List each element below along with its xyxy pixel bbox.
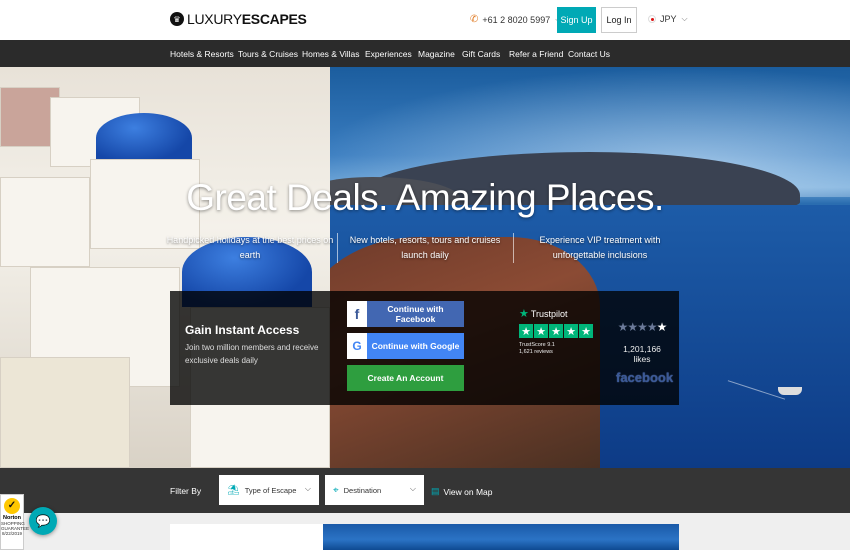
star-icon: ★ [549, 324, 563, 338]
feature-line: launch daily [401, 250, 449, 260]
view-on-map-link[interactable]: ▤ View on Map [431, 486, 493, 497]
sign-up-button[interactable]: Sign Up [557, 7, 596, 33]
nav-item-magazine[interactable]: Magazine [418, 49, 455, 59]
trustpilot-star-icon: ★ [519, 308, 529, 320]
facebook-likes-widget[interactable]: ★★★★★ 1,201,166 likes facebook [616, 320, 674, 385]
hero-title: Great Deals. Amazing Places. [186, 177, 664, 218]
chevron-down-icon: ⌵ [409, 484, 416, 493]
create-account-button[interactable]: Create An Account [347, 365, 464, 391]
feature-line: New hotels, resorts, tours and cruises [349, 235, 501, 245]
phone-number: +61 2 8020 5997 [482, 14, 551, 25]
facebook-logo: facebook [616, 370, 674, 385]
logo-mark-icon: ♛ [170, 12, 184, 26]
phone-dropdown[interactable]: ✆ +61 2 8020 5997 ⌵ [470, 14, 561, 25]
destination-select[interactable]: ⌖ Destination ⌵ [325, 475, 424, 505]
continue-with-google-button[interactable]: G Continue with Google [347, 333, 464, 359]
star-icon: ★ [564, 324, 578, 338]
hero-section: Great Deals. Amazing Places. Handpicked … [0, 67, 850, 468]
main-nav: Hotels & Resorts Tours & Cruises Homes &… [0, 40, 850, 67]
feature-divider [337, 233, 338, 263]
facebook-likes-count: 1,201,166 likes [623, 344, 661, 364]
star-icon: ★ [519, 324, 533, 338]
hero-boat [778, 387, 802, 395]
norton-check-icon: ✓ [4, 498, 20, 514]
location-pin-icon: ⌖ [333, 484, 339, 496]
feature-divider [513, 233, 514, 263]
nav-item-contact-us[interactable]: Contact Us [568, 49, 610, 59]
nav-item-tours-cruises[interactable]: Tours & Cruises [238, 49, 298, 59]
japan-flag-icon [648, 15, 656, 23]
nav-item-hotels-resorts[interactable]: Hotels & Resorts [170, 49, 234, 59]
site-logo[interactable]: ♛ LUXURYESCAPES [170, 11, 307, 27]
chat-bubble-icon: 💬 [35, 514, 51, 528]
log-in-button[interactable]: Log In [601, 7, 637, 33]
trustpilot-score-block: TrustScore 9.1 1,621 reviews [519, 342, 594, 356]
star-icon: ★ [579, 324, 593, 338]
signup-subtitle: Join two million members and receive exc… [185, 343, 319, 365]
signup-title: Gain Instant Access [185, 323, 300, 337]
palm-tree-icon: ⛱ [227, 484, 240, 496]
feature-line: unforgettable inclusions [552, 250, 648, 260]
facebook-button-label: Continue with Facebook [387, 304, 444, 324]
deal-card-image[interactable] [323, 524, 679, 550]
chat-button[interactable]: 💬 [29, 507, 57, 535]
logo-text: LUXURYESCAPES [187, 11, 307, 27]
signup-panel: Gain Instant Access Join two million mem… [170, 291, 679, 405]
trustpilot-widget[interactable]: ★ Trustpilot ★ ★ ★ ★ ★ TrustScore 9.1 1,621 … [519, 307, 594, 356]
type-of-escape-select[interactable]: ⛱ Type of Escape ⌵ [219, 475, 319, 505]
nav-item-homes-villas[interactable]: Homes & Villas [302, 49, 359, 59]
chevron-down-icon: ⌵ [304, 484, 311, 493]
trustpilot-name: Trustpilot [530, 308, 568, 319]
star-icon: ★ [534, 324, 548, 338]
hero-feature-launch: New hotels, resorts, tours and cruises l… [340, 233, 510, 263]
type-of-escape-placeholder: Type of Escape [244, 485, 297, 495]
facebook-rating-stars: ★★★★★ [617, 320, 668, 334]
hero-blue-dome [96, 113, 192, 163]
hero-feature-vip: Experience VIP treatment with unforgetta… [515, 233, 685, 263]
trustpilot-reviews: 1,621 reviews [519, 349, 553, 355]
trustpilot-header: ★ Trustpilot [519, 307, 594, 320]
deal-card-info[interactable] [170, 524, 323, 550]
nav-item-gift-cards[interactable]: Gift Cards [462, 49, 500, 59]
google-icon: G [347, 333, 367, 359]
continue-with-facebook-button[interactable]: f Continue with Facebook [347, 301, 464, 327]
hero-town [0, 67, 330, 468]
currency-selector[interactable]: JPY ⌵ [648, 14, 688, 24]
view-on-map-label: View on Map [443, 486, 493, 497]
hero-feature-holidays: Handpicked holidays at the best prices o… [165, 233, 335, 263]
filter-bar: Filter By ⛱ Type of Escape ⌵ ⌖ Destinati… [0, 468, 850, 513]
norton-badge[interactable]: ✓ Norton SHOPPING GUARANTEE 8/22/2019 [0, 494, 29, 550]
top-header: ♛ LUXURYESCAPES ✆ +61 2 8020 5997 ⌵ Sign… [0, 0, 850, 40]
norton-date: 8/22/2019 [1, 531, 23, 536]
google-button-label: Continue with Google [371, 341, 460, 351]
map-icon: ▤ [431, 486, 440, 496]
facebook-icon: f [347, 301, 367, 327]
filter-label: Filter By [170, 486, 202, 496]
hero-house [0, 357, 130, 468]
trustpilot-stars: ★ ★ ★ ★ ★ [519, 324, 594, 338]
destination-placeholder: Destination [343, 485, 382, 495]
trustpilot-score: TrustScore 9.1 [519, 342, 555, 348]
feature-line: earth [239, 250, 261, 260]
feature-line: Handpicked holidays at the best prices o… [166, 235, 334, 245]
chevron-down-icon: ⌵ [681, 14, 688, 23]
currency-label: JPY [660, 14, 677, 24]
nav-item-refer-a-friend[interactable]: Refer a Friend [509, 49, 563, 59]
phone-icon: ✆ [470, 14, 479, 25]
feature-line: Experience VIP treatment with [539, 235, 661, 245]
nav-item-experiences[interactable]: Experiences [365, 49, 412, 59]
deals-section [0, 513, 850, 550]
